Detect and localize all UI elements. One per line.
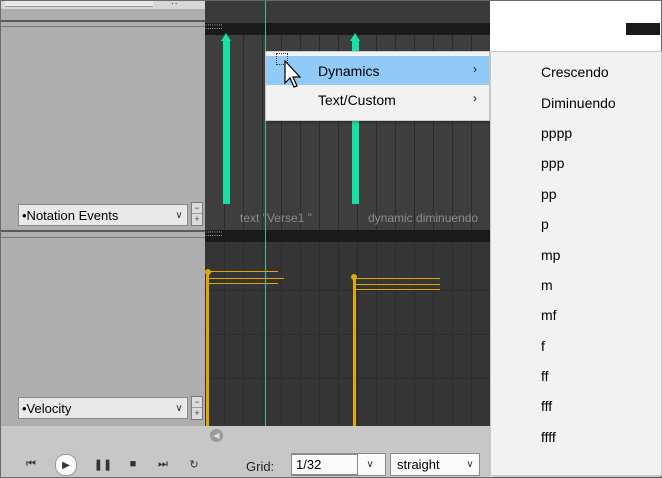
chevron-down-icon: ∨ [175,209,183,221]
velocity-lane-select[interactable]: •Velocity ∨ [18,397,188,419]
submenu-item-mp[interactable]: mp [491,239,661,269]
lane-divider [1,230,205,232]
ruler-marker: :::::::: [205,229,223,238]
lane-divider [1,237,205,238]
transport-bar: ◀ ⏮ ▶ ❚❚ ■ ⏭ ↻ Grid: 1/32 ∨ straight ∨ [1,426,490,477]
lane-divider [1,26,205,27]
minus-icon[interactable]: − [192,397,202,408]
velocity-lane-label: •Velocity [22,400,72,416]
lane-panel: :: •Notation Events ∨ − + •Velocity ∨ − … [1,0,205,426]
menu-item-label: Text/Custom [318,91,396,108]
submenu-arrow-icon: › [473,91,477,105]
swing-select[interactable]: straight ∨ [390,453,480,476]
chevron-down-icon[interactable]: ∨ [358,459,382,470]
play-icon[interactable]: ▶ [55,454,77,476]
submenu-item-diminuendo[interactable]: Diminuendo [491,87,661,117]
horizontal-scrollbar[interactable]: ◀ [206,428,491,444]
submenu-item-m[interactable]: m [491,270,661,300]
plus-icon[interactable]: + [192,408,202,419]
notation-event-bar[interactable] [223,39,230,204]
velocity-line [353,289,440,290]
menu-item-label: Dynamics [318,62,380,79]
skip-back-icon[interactable]: ⏮ [21,454,41,474]
ruler-marker: :::::::: [205,22,223,31]
grid-line [205,290,490,291]
velocity-bar[interactable] [206,272,209,426]
mouse-pointer-icon [284,60,302,88]
lane-divider [1,20,205,22]
event-text-dynamic[interactable]: dynamic diminuendo [368,211,478,225]
scroll-track[interactable] [5,1,153,7]
velocity-line [206,278,284,279]
submenu-item-pppp[interactable]: pppp [491,118,661,148]
minus-icon[interactable]: − [192,203,202,214]
skip-forward-icon[interactable]: ⏭ [153,454,173,474]
loop-icon[interactable]: ↻ [184,454,204,474]
submenu-item-ff[interactable]: ff [491,361,661,391]
top-scroll-strip[interactable]: :: [1,0,205,9]
velocity-line [206,271,278,272]
grid-label: Grid: [246,459,275,474]
stop-icon[interactable]: ■ [123,454,143,474]
notation-ruler: :::::::: [205,22,490,35]
submenu-item-fff[interactable]: fff [491,391,661,421]
grid-value[interactable]: 1/32 [291,453,358,475]
grid-line [205,334,490,335]
ruler-right [626,23,660,35]
top-dots: :: [171,0,179,7]
notation-lane-resize[interactable]: − + [191,202,203,226]
submenu-item-pp[interactable]: pp [491,179,661,209]
chevron-down-icon: ∨ [175,402,183,414]
submenu-item-f[interactable]: f [491,331,661,361]
event-text-verse1[interactable]: text "Verse1 " [240,211,312,225]
dynamics-submenu: Crescendo Diminuendo pppp ppp pp p mp m … [490,51,662,476]
submenu-item-p[interactable]: p [491,209,661,239]
pause-icon[interactable]: ❚❚ [93,454,113,474]
submenu-item-crescendo[interactable]: Crescendo [491,57,661,87]
chevron-down-icon: ∨ [466,459,474,470]
velocity-line [206,283,278,284]
scroll-left-icon[interactable]: ◀ [210,429,223,442]
velocity-line [353,278,440,279]
grid-line [262,35,263,230]
grid-line [205,378,490,379]
plus-icon[interactable]: + [192,214,202,225]
submenu-arrow-icon: › [473,62,477,76]
submenu-item-ppp[interactable]: ppp [491,148,661,178]
swing-value: straight [397,457,440,472]
velocity-bar[interactable] [353,277,356,426]
velocity-line [353,284,440,285]
notation-lane-select[interactable]: •Notation Events ∨ [18,204,188,226]
velocity-ruler: :::::::: [205,229,490,242]
grid-select[interactable]: 1/32 ∨ [291,453,386,476]
velocity-lane-resize[interactable]: − + [191,396,203,420]
velocity-lane-area[interactable] [205,242,490,426]
grid-line [243,35,244,230]
submenu-item-ffff[interactable]: ffff [491,422,661,452]
submenu-item-mf[interactable]: mf [491,300,661,330]
notation-lane-label: •Notation Events [22,207,119,223]
